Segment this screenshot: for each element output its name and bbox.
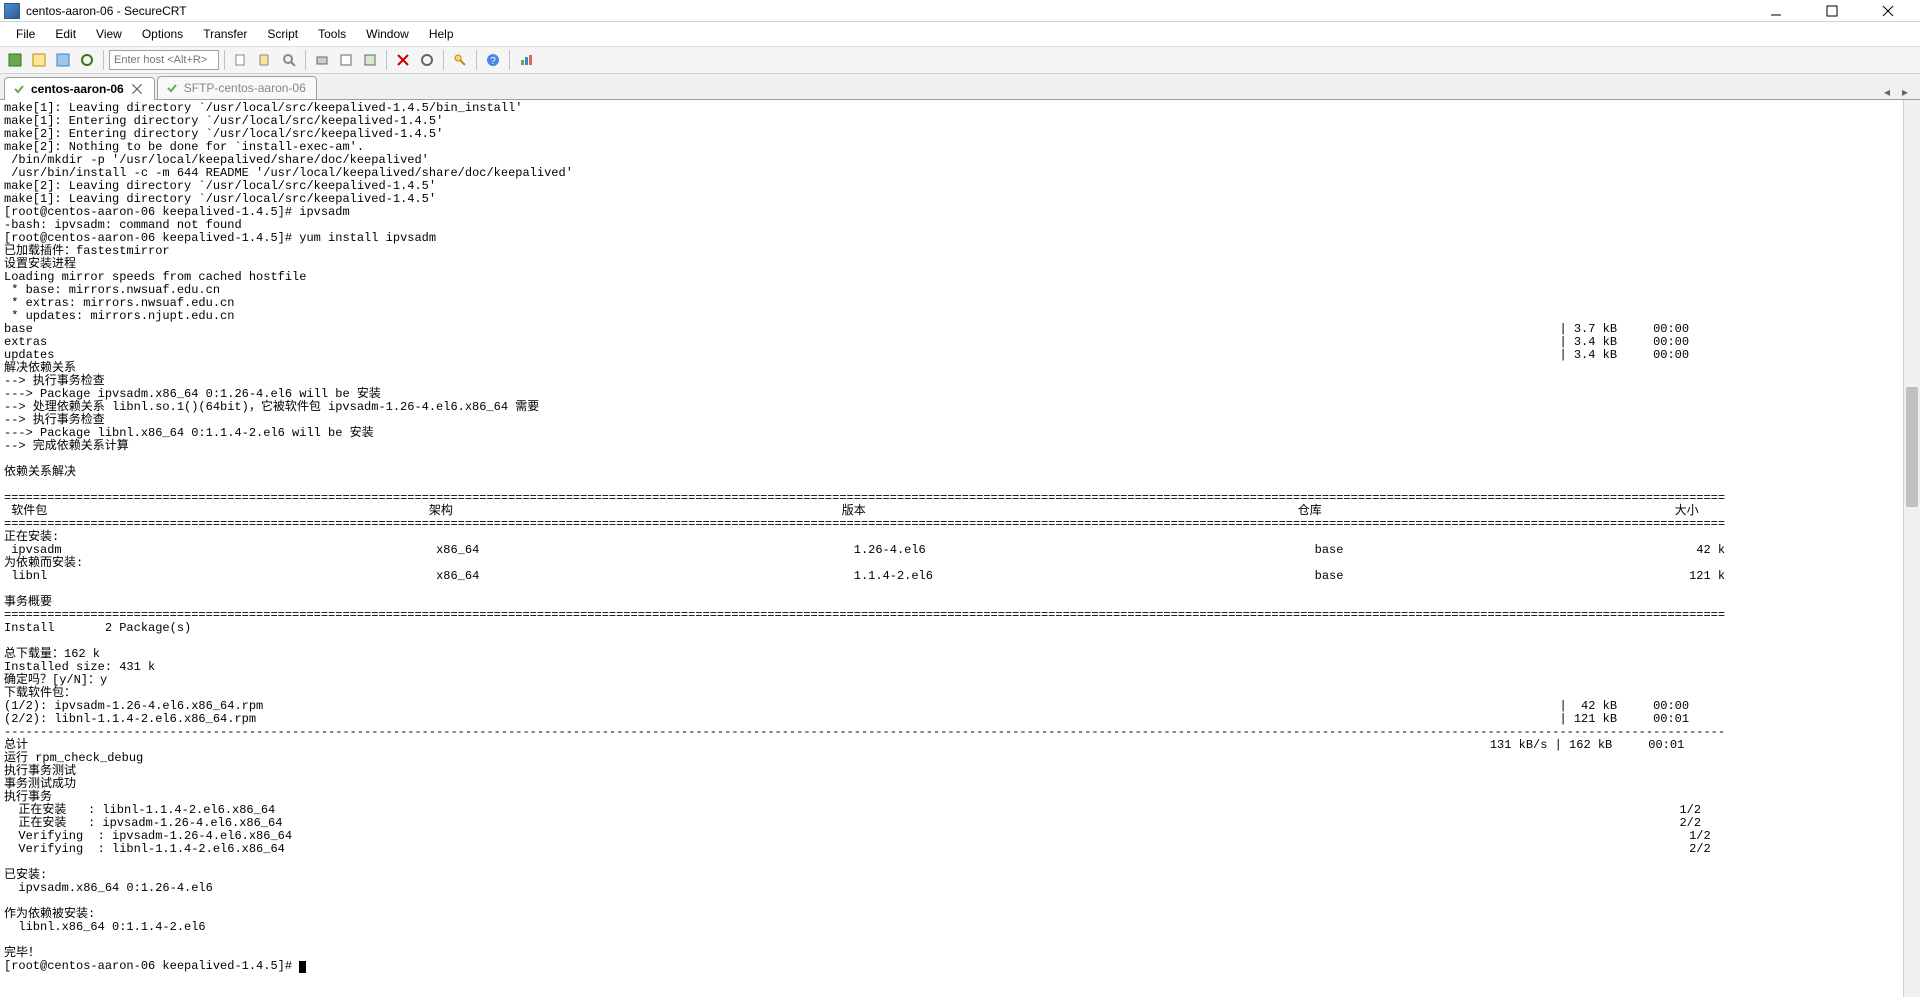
tab-label: SFTP-centos-aaron-06: [184, 81, 306, 95]
tab-sftp-centos-aaron-06[interactable]: SFTP-centos-aaron-06: [157, 76, 317, 99]
menu-file[interactable]: File: [8, 24, 43, 44]
separator: [386, 50, 387, 70]
check-icon: [13, 83, 25, 95]
menu-window[interactable]: Window: [358, 24, 417, 44]
menu-edit[interactable]: Edit: [47, 24, 84, 44]
minimize-button[interactable]: [1756, 1, 1796, 21]
quick-connect-icon[interactable]: [28, 49, 50, 71]
window-controls: [1756, 1, 1916, 21]
window-title: centos-aaron-06 - SecureCRT: [26, 4, 1756, 18]
check-icon: [166, 82, 178, 94]
menu-view[interactable]: View: [88, 24, 130, 44]
window-titlebar: centos-aaron-06 - SecureCRT: [0, 0, 1920, 22]
settings-icon[interactable]: [416, 49, 438, 71]
separator: [443, 50, 444, 70]
separator: [476, 50, 477, 70]
menu-transfer[interactable]: Transfer: [195, 24, 255, 44]
app-icon: [4, 3, 20, 19]
separator: [305, 50, 306, 70]
scrollbar-thumb[interactable]: [1906, 387, 1918, 507]
menubar: File Edit View Options Transfer Script T…: [0, 22, 1920, 46]
tabbar: centos-aaron-06 SFTP-centos-aaron-06 ◂ ▸: [0, 74, 1920, 100]
vertical-scrollbar[interactable]: [1903, 100, 1920, 997]
menu-help[interactable]: Help: [421, 24, 462, 44]
close-button[interactable]: [1868, 1, 1908, 21]
separator: [224, 50, 225, 70]
menu-tools[interactable]: Tools: [310, 24, 354, 44]
terminal-output[interactable]: make[1]: Leaving directory `/usr/local/s…: [0, 100, 1903, 997]
tab-centos-aaron-06[interactable]: centos-aaron-06: [4, 77, 155, 100]
reconnect-icon[interactable]: [76, 49, 98, 71]
toolbar: ?: [0, 46, 1920, 74]
separator: [103, 50, 104, 70]
menu-script[interactable]: Script: [259, 24, 306, 44]
copy-icon[interactable]: [230, 49, 252, 71]
menu-options[interactable]: Options: [134, 24, 191, 44]
help-icon[interactable]: ?: [482, 49, 504, 71]
maximize-button[interactable]: [1812, 1, 1852, 21]
terminal-container: make[1]: Leaving directory `/usr/local/s…: [0, 100, 1920, 997]
paste-icon[interactable]: [254, 49, 276, 71]
disconnect-icon[interactable]: [392, 49, 414, 71]
separator: [509, 50, 510, 70]
print-icon[interactable]: [311, 49, 333, 71]
host-input[interactable]: [109, 50, 219, 70]
tab-prev-icon[interactable]: ◂: [1880, 85, 1894, 99]
svg-text:?: ?: [490, 56, 496, 67]
connect-icon[interactable]: [4, 49, 26, 71]
close-icon[interactable]: [130, 82, 144, 96]
connect-in-tab-icon[interactable]: [52, 49, 74, 71]
properties-icon[interactable]: [335, 49, 357, 71]
tab-next-icon[interactable]: ▸: [1898, 85, 1912, 99]
tab-label: centos-aaron-06: [31, 82, 124, 96]
find-icon[interactable]: [278, 49, 300, 71]
chart-icon[interactable]: [515, 49, 537, 71]
tab-nav: ◂ ▸: [1880, 85, 1916, 99]
session-options-icon[interactable]: [359, 49, 381, 71]
key-icon[interactable]: [449, 49, 471, 71]
